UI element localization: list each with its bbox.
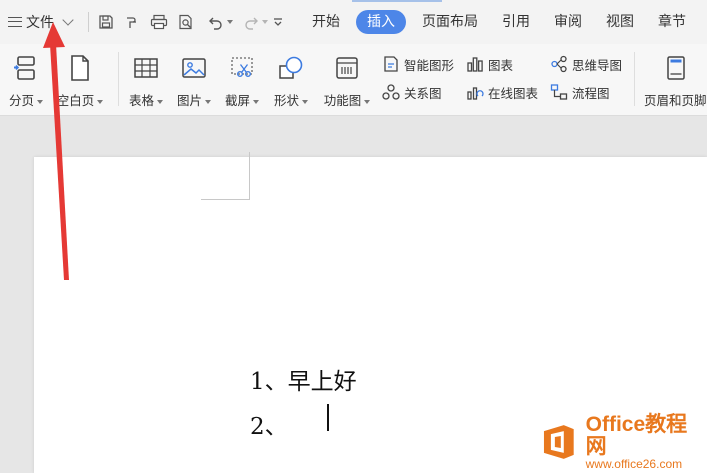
- file-menu-label: 文件: [26, 15, 54, 31]
- function-chart-icon: [336, 57, 358, 79]
- customize-toolbar-button[interactable]: [270, 12, 286, 32]
- ribbon-tabs: 开始 插入 页面布局 引用 审阅 视图 章节: [300, 0, 698, 44]
- page-break-button[interactable]: 分页: [4, 50, 48, 110]
- relation-chart-label: 关系图: [404, 85, 442, 101]
- hamburger-icon: [8, 17, 22, 27]
- chart-label: 图表: [488, 57, 514, 73]
- file-menu-button[interactable]: 文件: [8, 11, 74, 33]
- margin-corner-mark: [249, 152, 250, 200]
- header-footer-label: 页眉和页脚: [644, 93, 707, 108]
- blank-page-button[interactable]: 空白页: [52, 50, 108, 110]
- blank-page-icon: [71, 55, 89, 81]
- tab-insert[interactable]: 插入: [356, 10, 406, 34]
- doc-line-2[interactable]: 2、: [250, 407, 288, 441]
- watermark-title: Office教程网: [585, 412, 688, 458]
- tab-sections[interactable]: 章节: [646, 10, 698, 34]
- header-footer-button[interactable]: 页眉和页脚: [640, 50, 707, 110]
- text-cursor: [327, 404, 329, 431]
- redo-button[interactable]: [240, 12, 270, 32]
- save-button[interactable]: [96, 12, 116, 32]
- table-label: 表格: [128, 93, 154, 108]
- undo-button[interactable]: [205, 12, 235, 32]
- dropdown-arrow-icon: [37, 99, 43, 104]
- function-chart-button[interactable]: 功能图: [320, 50, 374, 110]
- dropdown-arrow-icon: [302, 99, 308, 104]
- tab-start[interactable]: 开始: [300, 10, 352, 34]
- dropdown-arrow-icon: [205, 99, 211, 104]
- dropdown-arrow-icon: [261, 20, 268, 24]
- page-break-label: 分页: [8, 93, 34, 108]
- smart-art-button[interactable]: 智能图形: [382, 54, 454, 74]
- relation-chart-button[interactable]: 关系图: [382, 82, 442, 102]
- picture-label: 图片: [176, 93, 202, 108]
- mind-map-label: 思维导图: [572, 57, 623, 73]
- table-button[interactable]: 表格: [124, 50, 168, 110]
- office-logo-icon: [543, 425, 574, 459]
- tab-references[interactable]: 引用: [490, 10, 542, 34]
- customize-icon: [274, 18, 282, 26]
- chart-icon: [467, 57, 483, 72]
- site-watermark: Office教程网 www.office26.com: [540, 413, 707, 470]
- screenshot-label: 截屏: [224, 93, 250, 108]
- dropdown-arrow-icon: [226, 20, 233, 24]
- mind-map-icon: [551, 55, 567, 73]
- print-button[interactable]: [148, 12, 170, 32]
- chart-button[interactable]: 图表: [466, 54, 513, 74]
- format-painter-button[interactable]: [122, 12, 142, 32]
- tab-review[interactable]: 审阅: [542, 10, 594, 34]
- smart-art-icon: [384, 56, 398, 72]
- table-icon: [134, 58, 158, 78]
- function-chart-label: 功能图: [323, 93, 362, 108]
- screenshot-button[interactable]: 截屏: [220, 50, 264, 110]
- dropdown-arrow-icon: [157, 99, 163, 104]
- mind-map-button[interactable]: 思维导图: [550, 54, 622, 74]
- save-icon: [99, 15, 113, 29]
- tab-view[interactable]: 视图: [594, 10, 646, 34]
- dropdown-arrow-icon: [97, 99, 104, 104]
- format-painter-icon: [127, 17, 136, 28]
- picture-button[interactable]: 图片: [172, 50, 216, 110]
- shapes-icon: [279, 56, 303, 79]
- tab-page-layout[interactable]: 页面布局: [410, 10, 490, 34]
- dropdown-arrow-icon: [253, 99, 259, 104]
- screenshot-icon: [231, 57, 253, 78]
- page-break-icon: [14, 56, 35, 80]
- margin-corner-mark: [201, 199, 249, 200]
- menu-bar: 文件 开始 插入 页面布局 引用 审阅 视图 章节: [0, 0, 707, 44]
- online-chart-button[interactable]: 在线图表: [466, 82, 538, 102]
- flowchart-button[interactable]: 流程图: [550, 82, 610, 102]
- printer-icon: [150, 14, 168, 30]
- online-chart-label: 在线图表: [488, 85, 539, 101]
- blank-page-label: 空白页: [56, 93, 95, 108]
- header-footer-icon: [667, 56, 685, 80]
- divider: [634, 52, 635, 106]
- shapes-label: 形状: [273, 93, 299, 108]
- picture-icon: [182, 58, 206, 78]
- print-preview-icon: [179, 14, 192, 30]
- shapes-button[interactable]: 形状: [268, 50, 314, 110]
- insert-ribbon: 分页 空白页 表格 图片 截屏 形状 功能图 智能图形 关系图 图表 在线图表 …: [0, 44, 707, 116]
- print-preview-button[interactable]: [175, 12, 197, 32]
- watermark-url: www.office26.com: [585, 456, 683, 471]
- smart-art-label: 智能图形: [404, 57, 455, 73]
- online-chart-icon: [467, 87, 484, 100]
- doc-line-1[interactable]: 1、早上好: [250, 362, 357, 396]
- undo-icon: [208, 17, 222, 30]
- redo-icon: [244, 17, 258, 30]
- chevron-down-icon: [62, 14, 74, 26]
- flowchart-label: 流程图: [572, 85, 610, 101]
- divider: [88, 12, 89, 32]
- relation-chart-icon: [382, 84, 400, 100]
- dropdown-arrow-icon: [364, 99, 371, 104]
- divider: [118, 52, 119, 106]
- flowchart-icon: [550, 84, 568, 100]
